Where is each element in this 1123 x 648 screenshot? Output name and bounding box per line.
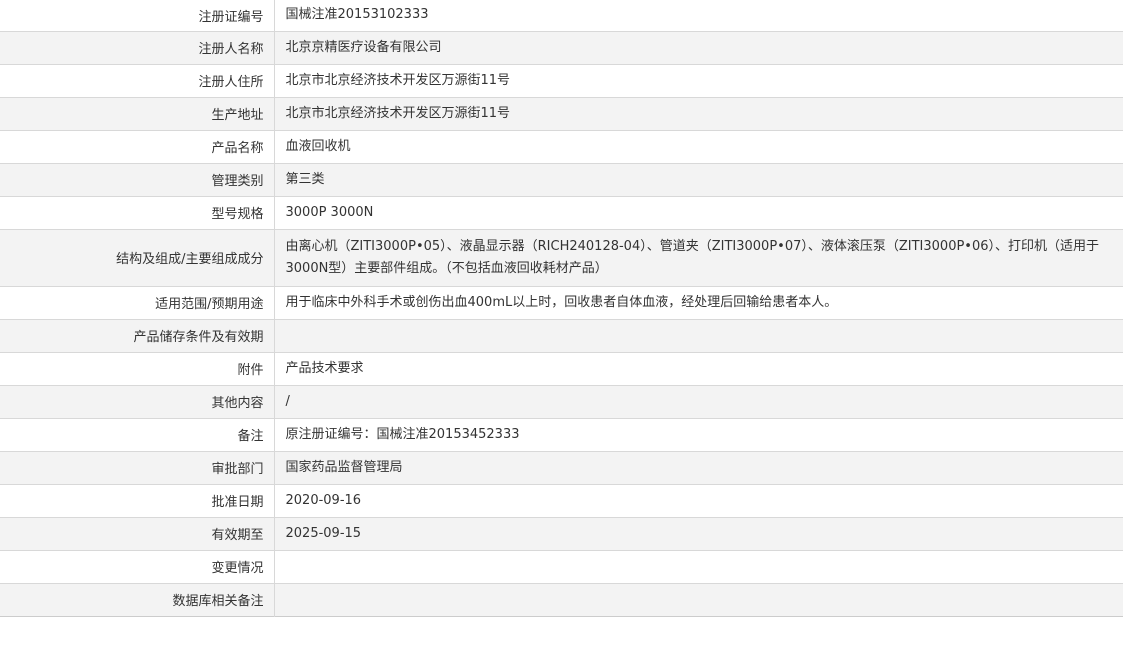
table-row: 注册证编号 国械注准20153102333 [0, 0, 1123, 31]
table-row: 变更情况 [0, 549, 1123, 583]
field-value: 国械注准20153102333 [285, 7, 429, 23]
table-footer-spacer [0, 617, 1123, 632]
field-value: 北京京精医疗设备有限公司 [274, 30, 1123, 64]
field-label: 产品储存条件及有效期 [0, 318, 275, 352]
field-value: / [274, 384, 1123, 418]
table-row: 审批部门 国家药品监督管理局 [0, 450, 1123, 484]
field-label: 附件 [0, 351, 275, 385]
field-label: 批准日期 [0, 483, 275, 517]
field-value: 产品技术要求 [274, 351, 1123, 385]
field-value: 北京市北京经济技术开发区万源街11号 [274, 63, 1123, 97]
field-label: 型号规格 [0, 195, 275, 229]
table-row: 备注 原注册证编号：国械注准20153452333 [0, 417, 1123, 451]
table-row: 生产地址 北京市北京经济技术开发区万源街11号 [0, 96, 1123, 130]
table-row: 产品储存条件及有效期 [0, 318, 1123, 352]
field-value: 北京市北京经济技术开发区万源街11号 [274, 96, 1123, 130]
field-value [274, 549, 1123, 583]
field-label: 产品名称 [0, 129, 275, 163]
field-label: 生产地址 [0, 96, 275, 130]
field-label: 管理类别 [0, 162, 275, 196]
field-value [274, 582, 1123, 616]
field-label: 变更情况 [0, 549, 275, 583]
field-label: 数据库相关备注 [0, 582, 275, 616]
field-label: 适用范围/预期用途 [0, 285, 275, 319]
registration-detail-table: 注册证编号 国械注准20153102333 注册人名称 北京京精医疗设备有限公司… [0, 0, 1123, 617]
table-row: 数据库相关备注 [0, 582, 1123, 616]
table-row: 产品名称 血液回收机 [0, 129, 1123, 163]
field-value: 国家药品监督管理局 [274, 450, 1123, 484]
field-value: 血液回收机 [274, 129, 1123, 163]
field-value [274, 318, 1123, 352]
field-label: 备注 [0, 417, 275, 451]
field-label: 其他内容 [0, 384, 275, 418]
field-value: 3000P 3000N [274, 195, 1123, 229]
field-label: 注册人名称 [0, 30, 275, 64]
field-value: 用于临床中外科手术或创伤出血400mL以上时，回收患者自体血液，经处理后回输给患… [274, 285, 1123, 319]
table-row: 注册人名称 北京京精医疗设备有限公司 [0, 30, 1123, 64]
field-value: 2020-09-16 [274, 483, 1123, 517]
field-label: 注册证编号 [0, 0, 275, 31]
field-label: 注册人住所 [0, 63, 275, 97]
table-row: 管理类别 第三类 [0, 162, 1123, 196]
table-row: 适用范围/预期用途 用于临床中外科手术或创伤出血400mL以上时，回收患者自体血… [0, 285, 1123, 319]
field-value: 2025-09-15 [274, 516, 1123, 550]
field-value: 第三类 [274, 162, 1123, 196]
table-row: 有效期至 2025-09-15 [0, 516, 1123, 550]
field-label: 有效期至 [0, 516, 275, 550]
field-label: 审批部门 [0, 450, 275, 484]
table-row: 其他内容 / [0, 384, 1123, 418]
table-row: 型号规格 3000P 3000N [0, 195, 1123, 229]
table-row: 注册人住所 北京市北京经济技术开发区万源街11号 [0, 63, 1123, 97]
table-row: 结构及组成/主要组成成分 由离心机（ZITI3000P•05）、液晶显示器（RI… [0, 228, 1123, 286]
table-row: 批准日期 2020-09-16 [0, 483, 1123, 517]
field-value: 由离心机（ZITI3000P•05）、液晶显示器（RICH240128-04）、… [274, 228, 1123, 286]
field-label: 结构及组成/主要组成成分 [0, 228, 275, 286]
field-value: 原注册证编号：国械注准20153452333 [274, 417, 1123, 451]
table-row: 附件 产品技术要求 [0, 351, 1123, 385]
